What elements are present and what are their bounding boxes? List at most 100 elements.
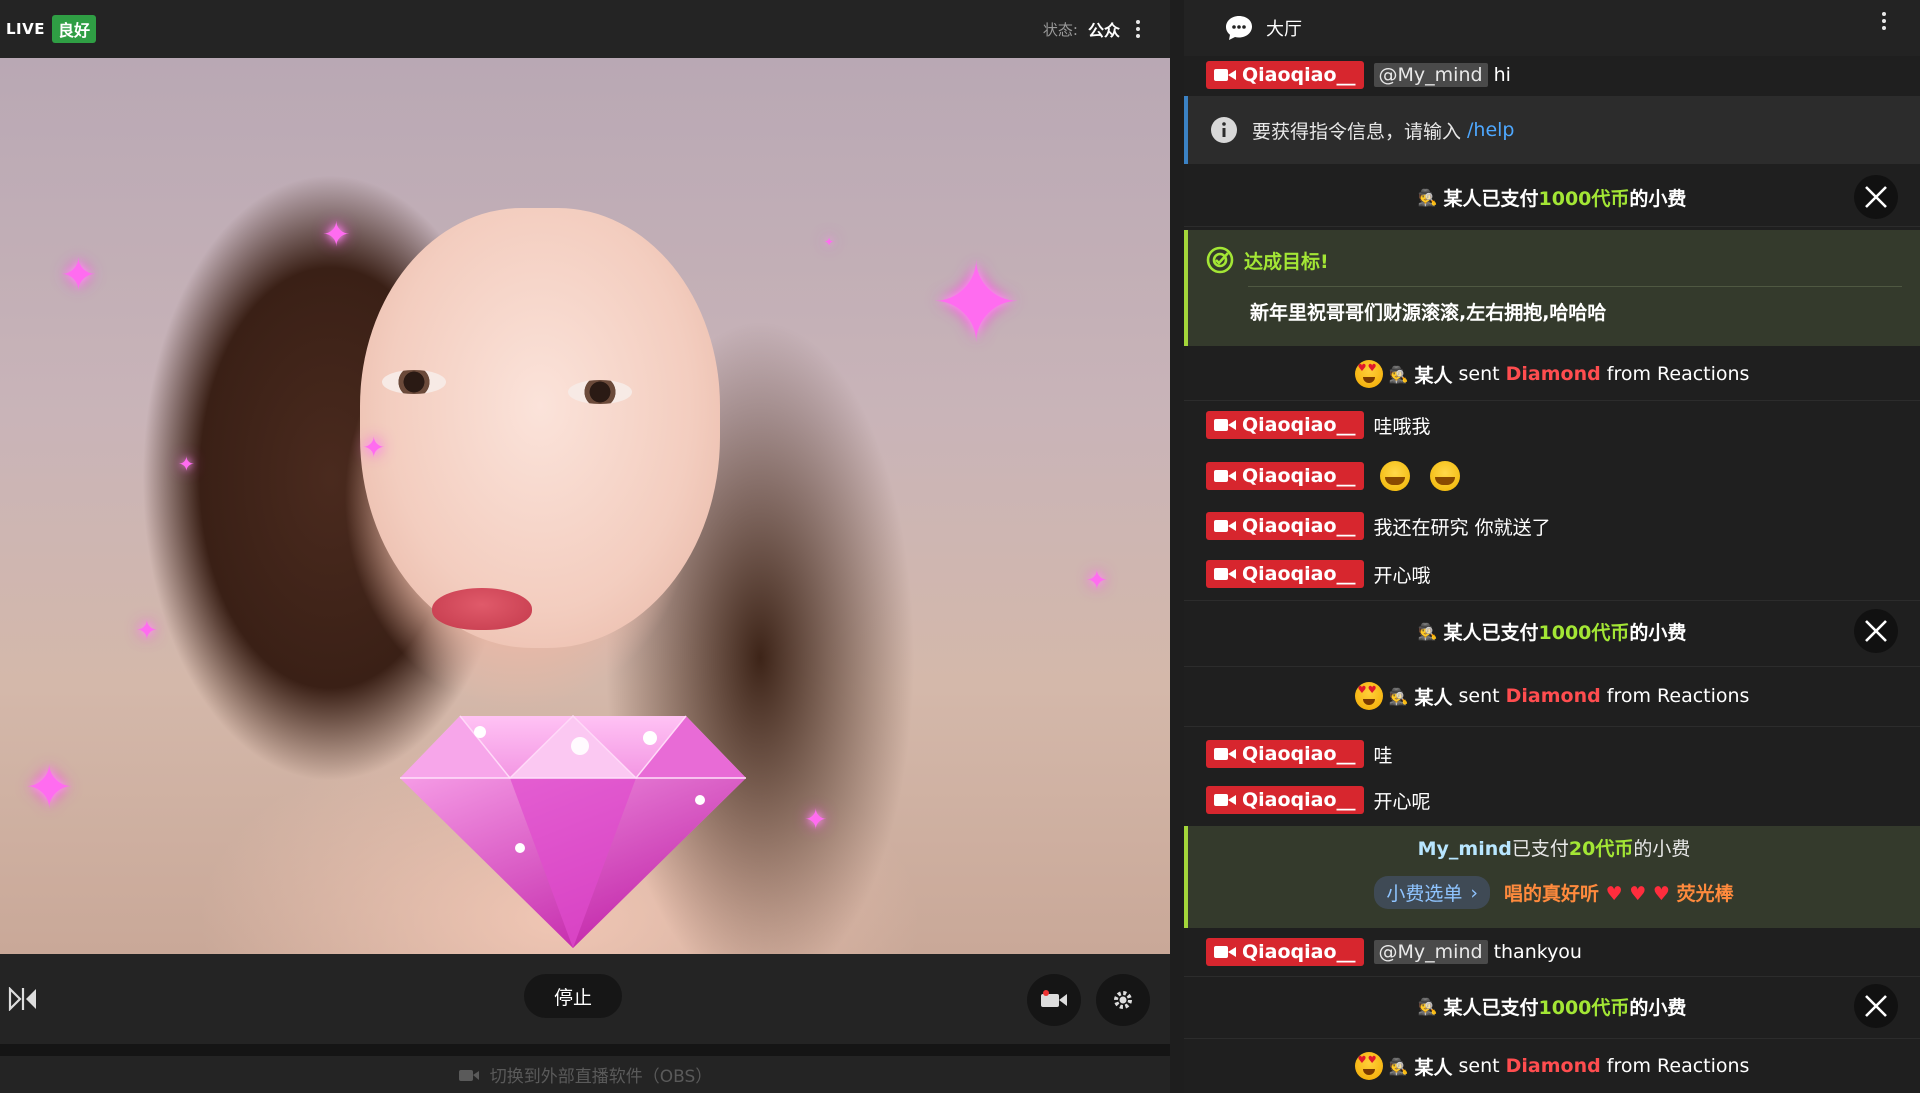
diamond-gift-label: Diamond bbox=[1505, 685, 1601, 707]
switch-to-obs-button[interactable]: 切换到外部直播软件（OBS） bbox=[0, 1056, 1170, 1093]
settings-gear-icon[interactable] bbox=[1096, 974, 1150, 1026]
sparkle: ✦ bbox=[136, 616, 158, 646]
stop-stream-button[interactable]: 停止 bbox=[524, 974, 622, 1018]
diamond-gift-label: Diamond bbox=[1505, 1055, 1601, 1077]
sparkle: ✦ bbox=[178, 452, 195, 476]
obs-label: 切换到外部直播软件（OBS） bbox=[489, 1067, 713, 1087]
laughing-emoji-icon bbox=[1379, 461, 1410, 491]
username-tag[interactable]: Qiaoqiao__ bbox=[1206, 560, 1364, 588]
reaction-notification: 🕵 某人 sent Diamond from Reactions bbox=[1184, 670, 1920, 722]
chat-more-menu-icon[interactable] bbox=[1876, 12, 1892, 30]
eye-left bbox=[382, 370, 446, 394]
video-camera-icon bbox=[1214, 748, 1236, 760]
streamer-face bbox=[360, 208, 720, 648]
divider bbox=[1184, 226, 1920, 227]
target-icon bbox=[1206, 246, 1234, 274]
goal-text: 新年里祝哥哥们财源滚滚,左右拥抱,哈哈哈 bbox=[1250, 302, 1607, 324]
camera-toggle-icon[interactable] bbox=[1027, 974, 1081, 1026]
username-tag[interactable]: Qiaoqiao__ bbox=[1206, 740, 1364, 768]
diamond-gift-animation bbox=[400, 714, 746, 948]
x-logo-icon[interactable] bbox=[1854, 175, 1898, 219]
message-text: 哇 bbox=[1373, 744, 1393, 767]
username-tag[interactable]: Qiaoqiao__ bbox=[1206, 512, 1364, 540]
help-command-link[interactable]: /help bbox=[1467, 119, 1514, 141]
incognito-hat-icon: 🕵 bbox=[1388, 1056, 1409, 1076]
sparkle: ✦ bbox=[60, 250, 97, 301]
sparkle: ✦ bbox=[1086, 566, 1108, 596]
tip-menu-item: 唱的真好听 ♥ ♥ ♥ 荧光棒 bbox=[1504, 883, 1734, 905]
username-tag[interactable]: Qiaoqiao__ bbox=[1206, 786, 1364, 814]
incognito-hat-icon: 🕵 bbox=[1388, 364, 1409, 384]
x-logo-icon[interactable] bbox=[1854, 609, 1898, 653]
stream-topbar: LIVE 良好 状态: 公众 bbox=[0, 0, 1170, 58]
tip-notification: 🕵 某人已支付 1000代币 的小费 bbox=[1184, 168, 1920, 226]
sparkle: ✦ bbox=[362, 431, 386, 464]
divider bbox=[1184, 1038, 1920, 1039]
chat-panel: 大厅 Qiaoqiao__ @My_mind hi 要获得指令信息，请输入 /h… bbox=[1184, 0, 1920, 1093]
message-text: hi bbox=[1493, 64, 1511, 86]
username-tag[interactable]: Qiaoqiao__ bbox=[1206, 462, 1364, 490]
message-text: 开心呢 bbox=[1373, 790, 1431, 813]
heart-eyes-emoji-icon bbox=[1354, 360, 1383, 388]
goal-achieved-card: 达成目标! 新年里祝哥哥们财源滚滚,左右拥抱,哈哈哈 bbox=[1184, 230, 1920, 346]
chat-bubble-icon bbox=[1226, 16, 1252, 40]
chevron-right-icon: › bbox=[1470, 881, 1478, 904]
mention[interactable]: @My_mind bbox=[1373, 63, 1488, 87]
incognito-hat-icon: 🕵 bbox=[1417, 996, 1438, 1016]
diamond-gift-label: Diamond bbox=[1505, 363, 1601, 385]
info-icon bbox=[1211, 117, 1237, 143]
sparkle: ✦ bbox=[930, 239, 1023, 367]
heart-eyes-emoji-icon bbox=[1354, 682, 1383, 710]
tip-amount: 20代币 bbox=[1568, 838, 1634, 860]
stream-more-menu-icon[interactable] bbox=[1130, 20, 1146, 38]
tip-menu-button[interactable]: 小费选单 › bbox=[1374, 876, 1490, 909]
chat-message: Qiaoqiao__ 我还在研究 你就送了 bbox=[1184, 506, 1920, 546]
video-camera-icon bbox=[1214, 794, 1236, 806]
chat-message: Qiaoqiao__ 开心哦 bbox=[1184, 554, 1920, 594]
tipper-username[interactable]: My_mind bbox=[1418, 838, 1512, 860]
stream-panel: LIVE 良好 状态: 公众 ✦ ✦ ✦ ✦ ✦ ✦ ✦ ✦ ✦ ✦ 停止 切换… bbox=[0, 0, 1170, 1093]
message-text: 开心哦 bbox=[1373, 564, 1431, 587]
divider bbox=[1184, 976, 1920, 977]
mention[interactable]: @My_mind bbox=[1373, 940, 1488, 964]
username-tag[interactable]: Qiaoqiao__ bbox=[1206, 411, 1364, 439]
username-tag[interactable]: Qiaoqiao__ bbox=[1206, 61, 1364, 89]
video-camera-icon bbox=[458, 1069, 479, 1081]
tip-notification: 🕵 某人已支付 1000代币 的小费 bbox=[1184, 604, 1920, 658]
tip-amount: 1000代币 bbox=[1538, 621, 1630, 644]
divider bbox=[1184, 400, 1920, 401]
mirror-flip-icon[interactable] bbox=[6, 982, 40, 1016]
chat-message: Qiaoqiao__ 开心呢 bbox=[1184, 780, 1920, 820]
chat-header: 大厅 bbox=[1184, 0, 1920, 56]
tip-amount: 1000代币 bbox=[1538, 996, 1630, 1019]
video-camera-icon bbox=[1214, 946, 1236, 958]
chat-message: Qiaoqiao__ @My_mind thankyou bbox=[1184, 932, 1920, 972]
chat-message-list: Qiaoqiao__ @My_mind hi 要获得指令信息，请输入 /help… bbox=[1184, 56, 1920, 1093]
video-camera-icon bbox=[1214, 470, 1236, 482]
sparkle: ✦ bbox=[24, 753, 75, 823]
video-preview: ✦ ✦ ✦ ✦ ✦ ✦ ✦ ✦ ✦ ✦ bbox=[0, 58, 1170, 954]
status-label: 状态: bbox=[1042, 20, 1078, 39]
goal-title: 达成目标! bbox=[1244, 250, 1329, 273]
divider bbox=[1184, 726, 1920, 727]
divider bbox=[1184, 600, 1920, 601]
heart-eyes-emoji-icon bbox=[1354, 1052, 1383, 1080]
incognito-hat-icon: 🕵 bbox=[1417, 621, 1438, 641]
username-tag[interactable]: Qiaoqiao__ bbox=[1206, 938, 1364, 966]
divider bbox=[1248, 286, 1902, 287]
tip-notification: 🕵 某人已支付 1000代币 的小费 bbox=[1184, 978, 1920, 1034]
x-logo-icon[interactable] bbox=[1854, 984, 1898, 1028]
panel-divider bbox=[0, 1044, 1170, 1056]
sparkle: ✦ bbox=[804, 803, 828, 836]
chat-message: Qiaoqiao__ 哇哦我 bbox=[1184, 406, 1920, 444]
message-text: 哇哦我 bbox=[1373, 415, 1431, 438]
reaction-notification: 🕵 某人 sent Diamond from Reactions bbox=[1184, 1042, 1920, 1090]
message-text: thankyou bbox=[1493, 941, 1582, 963]
video-camera-icon bbox=[1214, 520, 1236, 532]
info-text: 要获得指令信息，请输入 bbox=[1252, 120, 1462, 143]
lips bbox=[432, 588, 532, 630]
status-value[interactable]: 公众 bbox=[1088, 17, 1120, 41]
eye-right bbox=[568, 380, 632, 404]
divider bbox=[1184, 666, 1920, 667]
chat-message: Qiaoqiao__ bbox=[1184, 454, 1920, 498]
